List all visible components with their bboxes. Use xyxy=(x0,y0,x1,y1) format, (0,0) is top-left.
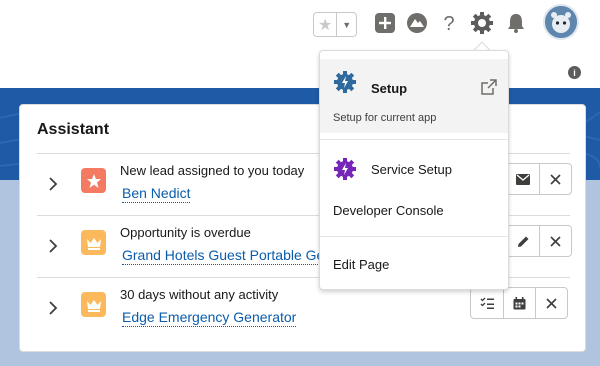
notification-bell-icon[interactable] xyxy=(503,10,529,36)
row-actions xyxy=(506,225,572,257)
chevron-right-icon[interactable] xyxy=(45,298,61,318)
menu-item-setup[interactable]: Setup Setup for current app xyxy=(320,59,508,133)
row-link[interactable]: Edge Emergency Generator xyxy=(122,309,297,327)
row-actions xyxy=(506,163,572,195)
row-message: New lead assigned to you today xyxy=(120,163,305,178)
menu-item-label: Setup xyxy=(371,81,408,96)
email-icon[interactable] xyxy=(507,164,539,194)
svg-text:?: ? xyxy=(443,13,454,34)
external-link-icon[interactable] xyxy=(481,79,497,95)
menu-item-description: Setup for current app xyxy=(333,112,437,124)
row-actions xyxy=(470,287,568,319)
menu-divider xyxy=(320,139,508,140)
add-icon[interactable] xyxy=(372,10,398,36)
menu-divider xyxy=(320,236,508,237)
calendar-icon[interactable] xyxy=(503,288,535,318)
row-link[interactable]: Ben Nedict xyxy=(122,185,191,203)
edit-icon[interactable] xyxy=(507,226,539,256)
chevron-down-icon[interactable]: ▼ xyxy=(337,13,356,36)
trailhead-icon[interactable] xyxy=(404,10,430,36)
menu-item-edit-page[interactable]: Edit Page xyxy=(333,257,389,272)
setup-gear-icon xyxy=(334,71,356,93)
row-link[interactable]: Grand Hotels Guest Portable Gene xyxy=(122,247,340,265)
info-icon[interactable]: i xyxy=(568,66,581,79)
opportunity-crown-icon xyxy=(81,292,106,317)
menu-item-service-setup[interactable]: Service Setup xyxy=(371,162,452,177)
menu-item-developer-console[interactable]: Developer Console xyxy=(333,203,444,218)
avatar[interactable] xyxy=(543,4,579,40)
chevron-right-icon[interactable] xyxy=(45,236,61,256)
task-icon[interactable] xyxy=(471,288,503,318)
opportunity-crown-icon xyxy=(81,230,106,255)
lead-star-icon xyxy=(81,168,106,193)
card-title: Assistant xyxy=(37,121,110,138)
close-icon[interactable] xyxy=(539,164,571,194)
service-gear-icon xyxy=(334,158,356,180)
close-icon[interactable] xyxy=(535,288,567,318)
help-icon[interactable]: ? xyxy=(436,10,462,36)
chevron-right-icon[interactable] xyxy=(45,174,61,194)
row-message: Opportunity is overdue xyxy=(120,225,251,240)
star-icon[interactable]: ★ xyxy=(314,13,338,36)
setup-gear-icon[interactable] xyxy=(469,10,495,36)
row-message: 30 days without any activity xyxy=(120,287,279,302)
close-icon[interactable] xyxy=(539,226,571,256)
setup-menu: Setup Setup for current app Service Setu… xyxy=(319,50,509,290)
favorites-button-group[interactable]: ★ ▼ xyxy=(313,12,357,37)
